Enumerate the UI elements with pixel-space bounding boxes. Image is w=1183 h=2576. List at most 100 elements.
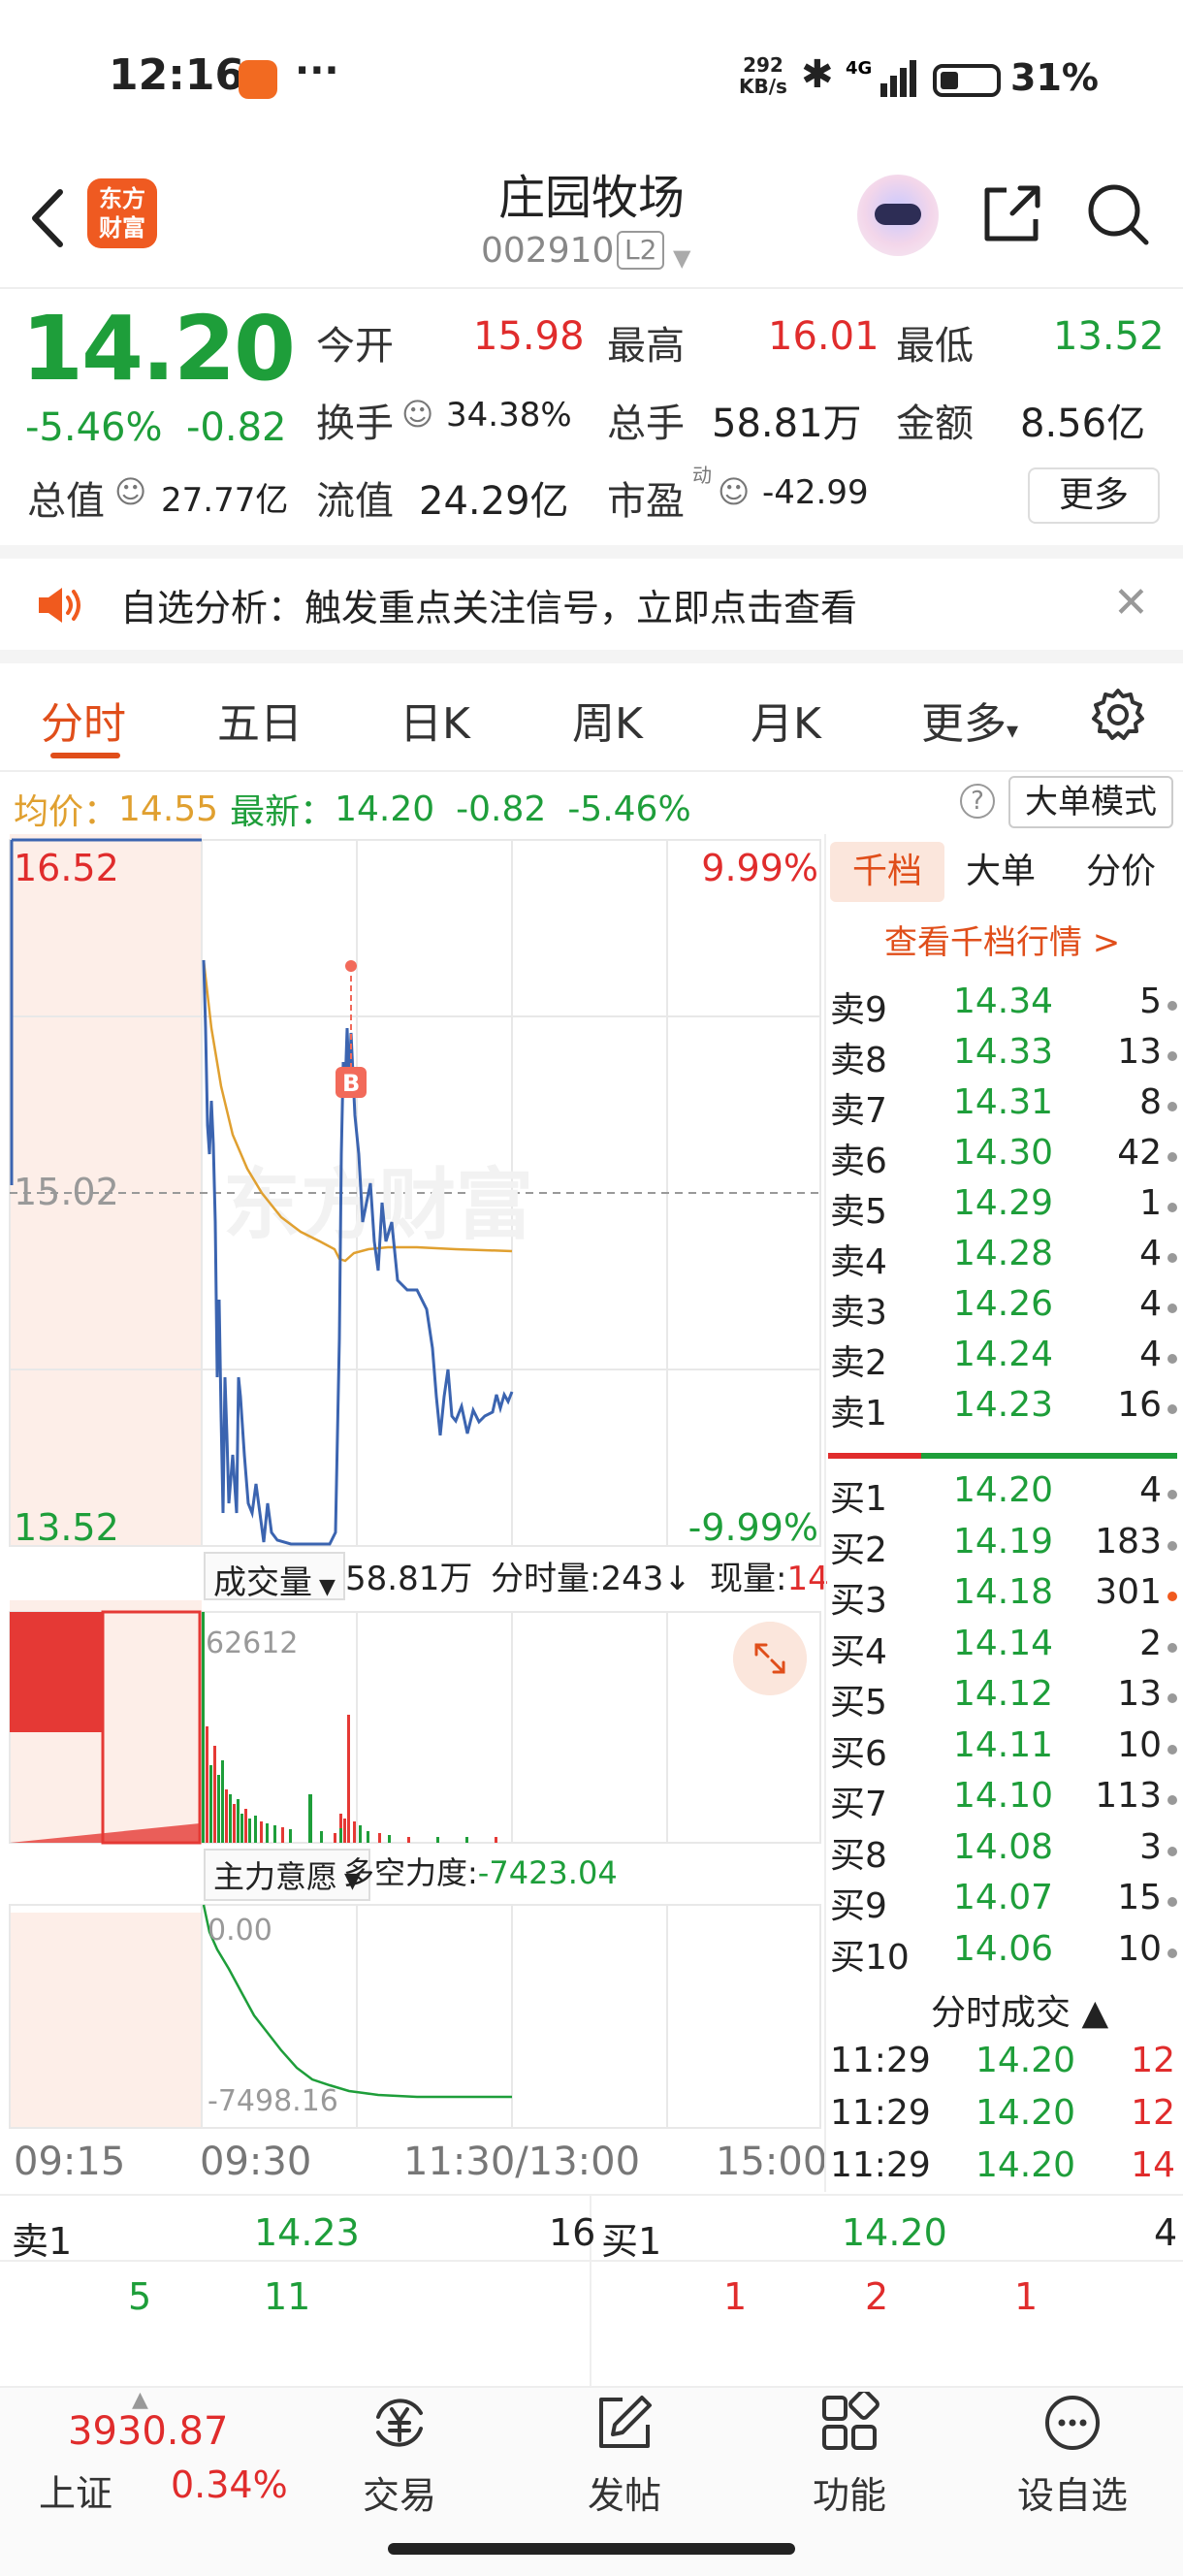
float-value: 24.29亿 <box>419 479 569 524</box>
ask-level-label: 卖1 <box>830 1394 887 1433</box>
ai-assistant-avatar-icon[interactable] <box>857 175 939 256</box>
mktcap-info-icon[interactable]: ☺ <box>114 473 146 510</box>
bid-row[interactable]: 买8 14.08 3 <box>830 1827 1179 1878</box>
orderbook-tab-thousand[interactable]: 千档 <box>830 842 944 902</box>
b-marker-text: B <box>342 1070 360 1097</box>
pe-info-icon[interactable]: ☺ <box>718 473 750 510</box>
volume-indicator-label: 成交量 <box>213 1563 312 1602</box>
tab-five-day[interactable]: 五日 <box>217 689 303 751</box>
status-bar: 12:16 ··· 292 KB/s ✱ 4G 31% <box>0 0 1183 155</box>
help-icon[interactable]: ? <box>960 784 995 819</box>
orderbook-tab-price-dist[interactable]: 分价 <box>1086 842 1156 902</box>
bid-row[interactable]: 买3 14.18 301 <box>830 1572 1179 1623</box>
code-dropdown-caret-icon[interactable]: ▼ <box>673 244 690 272</box>
ask-dot-indicator <box>1167 1253 1177 1263</box>
stock-code[interactable]: 002910 <box>481 231 614 271</box>
more-quote-button[interactable]: 更多 <box>1028 467 1160 524</box>
ask-row[interactable]: 卖5 14.29 1 <box>830 1183 1179 1234</box>
change-amount: -0.82 <box>186 405 287 450</box>
bid-level-label: 买7 <box>830 1785 887 1824</box>
view-thousand-depth-link[interactable]: 查看千档行情 > <box>884 916 1120 963</box>
orderbook-tab-big-orders[interactable]: 大单 <box>966 842 1036 902</box>
bid-dot-indicator <box>1167 1540 1177 1551</box>
tick-time: 11:29 <box>830 2145 931 2185</box>
ask-volume: 42 <box>1117 1133 1162 1173</box>
ask-volume: 13 <box>1117 1032 1162 1072</box>
ask-price: 14.30 <box>952 1133 1053 1173</box>
tab-weekly-k[interactable]: 周K <box>572 689 643 751</box>
ask-row[interactable]: 卖8 14.33 13 <box>830 1032 1179 1082</box>
edit-post-icon <box>599 2396 652 2448</box>
ask-row[interactable]: 卖3 14.26 4 <box>830 1284 1179 1335</box>
bid-row[interactable]: 买7 14.10 113 <box>830 1776 1179 1826</box>
search-icon[interactable] <box>1084 180 1152 248</box>
ask-level-label: 卖4 <box>830 1242 887 1282</box>
ask-row[interactable]: 卖7 14.31 8 <box>830 1082 1179 1133</box>
volume-indicator-select[interactable]: 成交量 ▼ <box>204 1552 345 1602</box>
ask-row[interactable]: 卖6 14.30 42 <box>830 1133 1179 1183</box>
pct-axis-top: 9.99% <box>701 847 818 889</box>
index-name[interactable]: 上证 <box>39 2463 112 2517</box>
bid-price: 14.19 <box>952 1521 1053 1562</box>
share-icon[interactable] <box>977 180 1045 248</box>
bid-row[interactable]: 买9 14.07 15 <box>830 1878 1179 1928</box>
tab-intraday[interactable]: 分时 <box>41 689 126 751</box>
ask-volume: 4 <box>1139 1335 1162 1374</box>
banner-text[interactable]: 自选分析：触发重点关注信号，立即点击查看 <box>120 578 857 631</box>
orderbook-divider-green <box>921 1453 1177 1459</box>
bid-row[interactable]: 买10 14.06 10 <box>830 1929 1179 1980</box>
watermark: 东方财富 <box>223 1160 533 1250</box>
grid-functions-icon <box>822 2389 879 2450</box>
amount-value: 8.56亿 <box>1020 402 1146 446</box>
main-force-top-label: 0.00 <box>208 1914 272 1948</box>
avg-value: 14.55 <box>118 789 219 829</box>
ask-row[interactable]: 卖4 14.28 4 <box>830 1234 1179 1284</box>
index-change-pct[interactable]: 0.34% <box>171 2463 288 2506</box>
nav-functions[interactable]: 功能 <box>772 2389 927 2519</box>
tab-daily-k[interactable]: 日K <box>400 689 470 751</box>
bid-row[interactable]: 买2 14.19 183 <box>830 1522 1179 1572</box>
tick-volume: 14 <box>1131 2145 1175 2185</box>
nav-add-watchlist[interactable]: 设自选 <box>995 2392 1150 2519</box>
info-change-pct: -5.46% <box>567 789 691 829</box>
lower-ask-label: 卖1 <box>12 2220 73 2263</box>
bid-row[interactable]: 买5 14.12 13 <box>830 1674 1179 1724</box>
lower-bid-price: 14.20 <box>842 2211 947 2254</box>
bid-level-label: 买4 <box>830 1631 887 1672</box>
bid-dot-indicator <box>1167 1744 1177 1755</box>
expand-icon[interactable] <box>733 1622 807 1695</box>
index-value[interactable]: 3930.87 <box>68 2409 228 2454</box>
bid-row[interactable]: 买4 14.14 2 <box>830 1624 1179 1674</box>
tick-trade-row: 11:29 14.20 14 <box>830 2145 1179 2198</box>
bid-dot-indicator <box>1167 1897 1177 1907</box>
bid-row[interactable]: 买6 14.11 10 <box>830 1725 1179 1776</box>
ask-row[interactable]: 卖9 14.34 5 <box>830 982 1179 1032</box>
ask-price: 14.34 <box>952 982 1053 1021</box>
main-force-value: -7423.04 <box>477 1854 618 1891</box>
ask-level-label: 卖3 <box>830 1293 887 1333</box>
ask-row[interactable]: 卖2 14.24 4 <box>830 1335 1179 1385</box>
intraday-chart[interactable]: 东方财富 B 16.52 15.02 13.52 9.99% -9.99% 62… <box>0 834 824 2192</box>
bid-row[interactable]: 买1 14.20 4 <box>830 1470 1179 1521</box>
nav-functions-label: 功能 <box>812 2474 886 2517</box>
level2-badge[interactable]: L2 <box>617 231 665 270</box>
volume-total: 58.81万 <box>345 1560 473 1598</box>
nav-add-watchlist-label: 设自选 <box>1016 2474 1128 2517</box>
pe-label: 市盈 <box>607 479 685 524</box>
banner-close-icon[interactable]: ✕ <box>1113 578 1149 628</box>
nav-post[interactable]: 发帖 <box>547 2392 702 2519</box>
gear-icon[interactable] <box>1090 687 1146 743</box>
tick-trades-title[interactable]: 分时成交 ▲ <box>931 1984 1108 2035</box>
speaker-icon <box>39 588 80 623</box>
x-axis-label: 15:00 <box>716 2140 828 2184</box>
turnover-info-icon[interactable]: ☺ <box>401 396 433 433</box>
nav-trade[interactable]: 交易 <box>322 2392 477 2519</box>
last-value: 14.20 <box>335 789 435 829</box>
tab-more[interactable]: 更多▾ <box>921 689 1018 751</box>
tab-monthly-k[interactable]: 月K <box>751 689 821 751</box>
ask-row[interactable]: 卖1 14.23 16 <box>830 1385 1179 1435</box>
b-marker-dot <box>345 960 357 972</box>
big-order-mode-button[interactable]: 大单模式 <box>1008 776 1173 828</box>
bid-dot-indicator <box>1167 1642 1177 1653</box>
notification-app-icon <box>239 60 277 99</box>
